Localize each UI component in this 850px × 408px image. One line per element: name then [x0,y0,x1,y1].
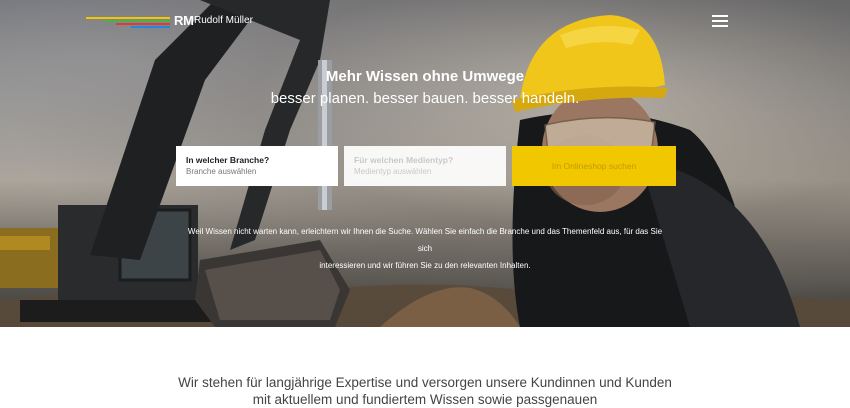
top-navigation-bar: RM Rudolf Müller [0,0,850,44]
hero-section: RM Rudolf Müller Mehr Wissen ohne Umwege… [0,0,850,327]
hamburger-menu-icon[interactable] [712,15,728,27]
hero-intro-line-2: interessieren und wir führen Sie zu den … [319,261,531,270]
branche-select[interactable]: In welcher Branche? Branche auswählen [176,146,338,186]
logo-short: RM [174,13,194,28]
hero-intro-line-1: Weil Wissen nicht warten kann, erleichte… [187,227,663,253]
logo-name: Rudolf Müller [194,15,253,26]
hero-headline: Mehr Wissen ohne Umwege besser planen. b… [0,67,850,111]
medientyp-select[interactable]: Für welchen Medientyp? Medientyp auswähl… [344,146,506,186]
hero-subtitle: besser planen. besser bauen. besser hand… [270,90,580,107]
about-section-text: Wir stehen für langjährige Expertise und… [0,374,850,408]
rudolf-mueller-logo[interactable]: RM Rudolf Müller [86,12,256,32]
about-line-2: mit aktuellem und fundiertem Wissen sowi… [252,392,598,407]
branche-select-label: In welcher Branche? [186,155,270,165]
logo-stripes-icon [86,17,170,28]
branche-select-value: Branche auswählen [186,167,257,176]
onlineshop-search-button[interactable]: Im Onlineshop suchen [512,146,676,186]
hero-intro-text: Weil Wissen nicht warten kann, erleichte… [180,223,670,274]
about-line-1: Wir stehen für langjährige Expertise und… [178,375,672,390]
medientyp-select-label: Für welchen Medientyp? [354,155,454,165]
hero-title: Mehr Wissen ohne Umwege [325,68,525,85]
medientyp-select-value: Medientyp auswählen [354,167,432,176]
